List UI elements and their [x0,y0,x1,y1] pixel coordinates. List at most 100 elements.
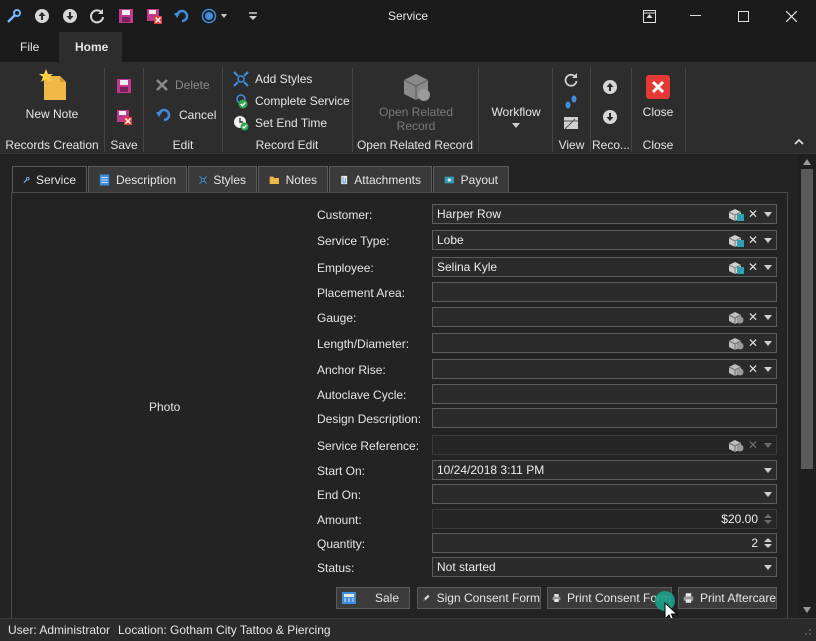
tab-payout[interactable]: Payout [433,166,509,192]
record-dot-icon[interactable] [201,7,231,25]
delete-icon [156,79,168,91]
tab-description[interactable]: Description [88,166,187,192]
tab-styles[interactable]: Styles [188,166,257,192]
chevron-down-icon[interactable] [764,467,772,473]
lookup-icon[interactable] [728,206,744,222]
close-window-button[interactable] [768,0,814,32]
clear-icon[interactable]: ✕ [748,232,758,248]
length-diameter-field[interactable]: ✕ [432,333,777,353]
tab-file[interactable]: File [4,32,55,62]
lookup-icon[interactable] [728,309,744,325]
next-record-button[interactable] [602,107,618,127]
customize-dropdown-icon[interactable] [244,7,262,25]
clear-icon[interactable]: ✕ [748,361,758,377]
chevron-down-icon[interactable] [764,264,772,270]
placement-area-label: Placement Area: [317,286,406,300]
vertical-scrollbar[interactable] [798,155,816,618]
quantity-value: 2 [751,536,758,550]
chevron-down-icon[interactable] [764,564,772,570]
chevron-down-icon[interactable] [764,211,772,217]
chevron-down-icon[interactable] [764,314,772,320]
tab-service[interactable]: Service [12,166,87,193]
scroll-down-icon[interactable] [803,607,811,613]
customer-field[interactable]: Harper Row ✕ [432,204,777,224]
clear-icon: ✕ [748,438,759,452]
view-refresh-button[interactable] [563,70,579,90]
gauge-field[interactable]: ✕ [432,307,777,327]
complete-service-button[interactable]: Complete Service [233,91,350,111]
lookup-icon[interactable] [728,259,744,275]
chevron-down-icon[interactable] [764,340,772,346]
minimize-button[interactable] [672,0,718,32]
tools-icon[interactable] [5,7,23,25]
ribbon-save-button[interactable] [116,76,132,96]
arrow-up-circle-icon[interactable] [33,7,51,25]
view-layout-button[interactable] [563,113,579,133]
cancel-button[interactable]: Cancel [155,105,216,125]
tab-attachments[interactable]: Attachments [329,166,432,192]
spin-icon[interactable] [764,537,772,549]
service-type-field[interactable]: Lobe ✕ [432,230,777,250]
scroll-up-icon[interactable] [803,159,811,165]
tab-home[interactable]: Home [59,32,122,62]
arrow-down-circle-icon[interactable] [61,7,79,25]
ribbon-save-close-button[interactable] [116,107,132,127]
refresh-icon [564,73,578,87]
open-related-label-2: Record [396,119,436,133]
footprints-icon [565,95,577,109]
set-end-time-button[interactable]: Set End Time [233,113,327,133]
save-close-icon[interactable] [145,7,163,25]
status-field[interactable]: Not started [432,557,777,577]
sale-button[interactable]: Sale [336,587,410,609]
chevron-down-icon[interactable] [764,491,772,497]
workflow-label: Workflow [491,105,541,119]
end-on-field[interactable] [432,484,777,504]
employee-field[interactable]: Selina Kyle ✕ [432,257,777,277]
open-related-record-button[interactable]: Open Related Record [370,70,462,133]
clear-icon[interactable]: ✕ [748,259,758,275]
chevron-down-icon[interactable] [764,366,772,372]
refresh-icon[interactable] [88,7,106,25]
quantity-label: Quantity: [317,537,366,551]
chevron-down-icon[interactable] [764,237,772,243]
tab-notes[interactable]: Notes [258,166,328,192]
delete-button[interactable]: Delete [155,75,210,95]
cancel-label: Cancel [179,108,217,122]
previous-record-button[interactable] [602,77,618,97]
start-on-field[interactable]: 10/24/2018 3:11 PM [432,460,777,480]
ribbon-close-button[interactable]: Close [636,74,680,119]
service-type-label: Service Type: [317,234,390,248]
spin-icon[interactable] [764,513,772,525]
anchor-rise-field[interactable]: ✕ [432,359,777,379]
amount-field[interactable]: $20.00 [432,509,777,529]
resize-grip-icon[interactable] [804,628,812,636]
print-consent-form-button[interactable]: Print Consent Form [547,587,672,609]
new-note-button[interactable]: New Note [20,68,84,121]
undo-icon[interactable] [173,7,191,25]
restore-layout-icon[interactable] [626,0,672,32]
title-bar: Service [0,0,816,32]
clear-icon[interactable]: ✕ [748,335,758,351]
placement-area-field[interactable] [432,282,777,302]
add-styles-button[interactable]: Add Styles [233,69,312,89]
photo-placeholder[interactable]: Photo [149,400,180,414]
clear-icon[interactable]: ✕ [748,309,758,325]
maximize-button[interactable] [720,0,766,32]
sign-consent-form-button[interactable]: Sign Consent Form [417,587,541,609]
view-footprints-button[interactable] [563,92,579,112]
lookup-icon[interactable] [728,232,744,248]
scrollbar-thumb[interactable] [801,169,813,469]
collapse-ribbon-icon[interactable] [793,136,807,150]
lookup-icon[interactable] [728,361,744,377]
save-icon[interactable] [117,7,135,25]
print-aftercare-button[interactable]: Print Aftercare [678,587,777,609]
lookup-icon[interactable] [728,335,744,351]
clear-icon[interactable]: ✕ [748,206,758,222]
design-description-field[interactable] [432,408,777,428]
amount-value: $20.00 [721,512,758,526]
autoclave-cycle-field[interactable] [432,384,777,404]
layout-icon [564,117,578,130]
quantity-field[interactable]: 2 [432,533,777,553]
delete-label: Delete [175,78,210,92]
workflow-button[interactable]: Workflow [484,105,548,128]
